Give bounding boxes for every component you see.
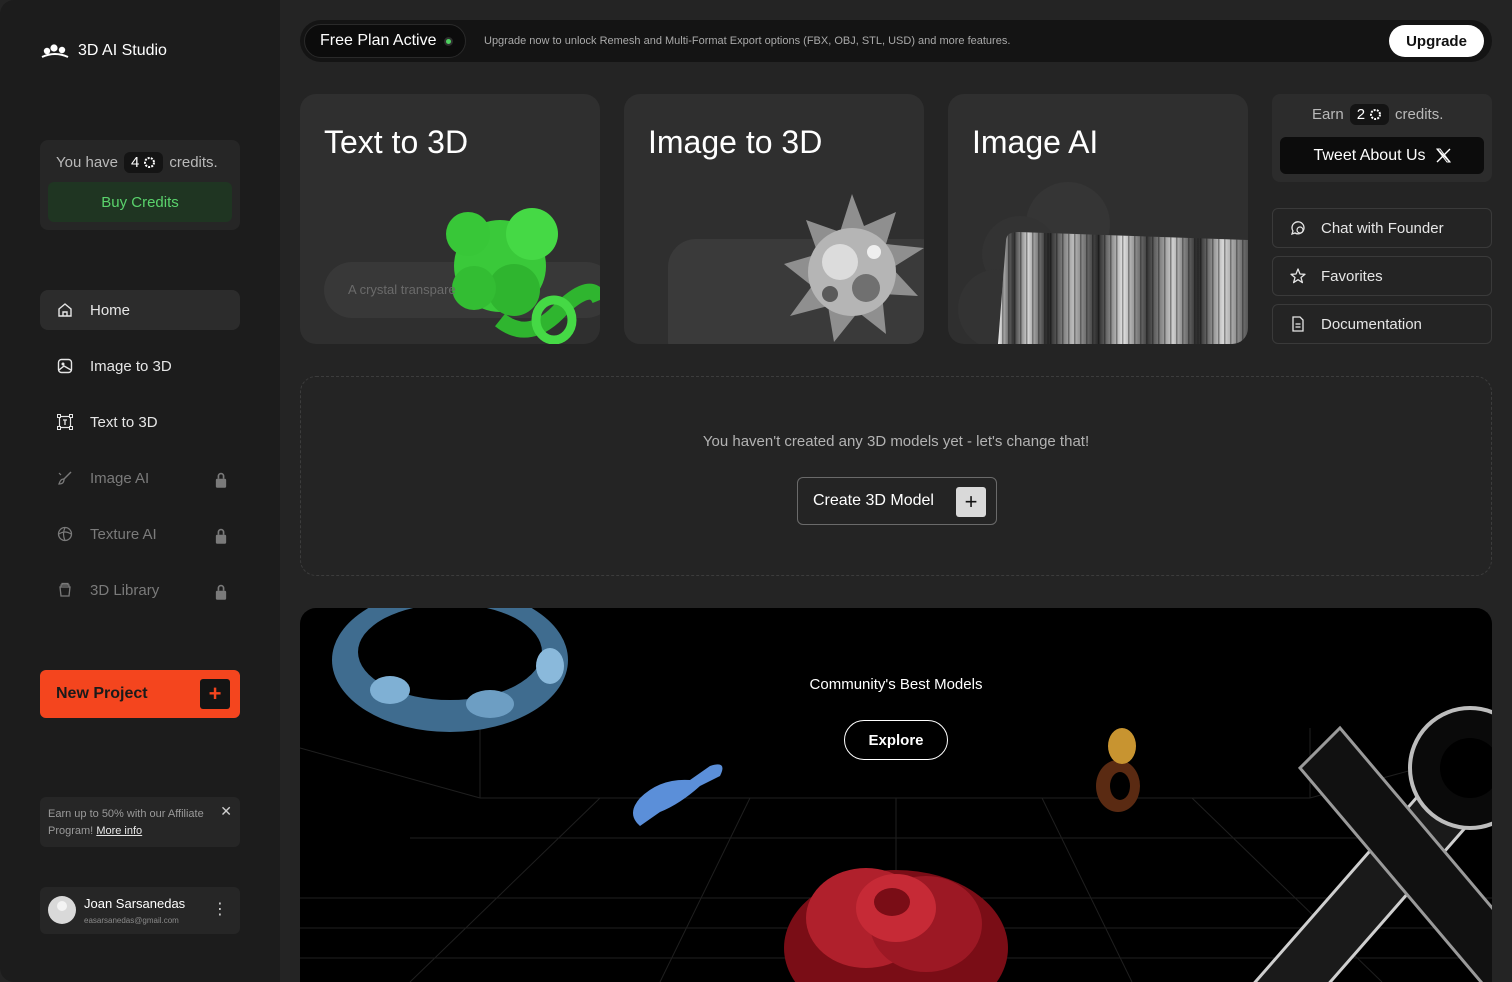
new-project-button[interactable]: New Project + — [40, 670, 240, 718]
create-3d-model-button[interactable]: Create 3D Model + — [797, 477, 997, 525]
credits-suffix: credits. — [169, 154, 218, 171]
status-dot-icon — [444, 37, 453, 46]
lock-icon — [215, 472, 227, 488]
empty-state-panel: You haven't created any 3D models yet - … — [300, 376, 1492, 576]
link-label: Documentation — [1321, 315, 1422, 333]
credits-prefix: You have — [56, 154, 119, 171]
chat-icon — [1290, 221, 1305, 236]
earn-suffix: credits. — [1395, 106, 1444, 123]
home-icon — [58, 303, 72, 317]
avatar — [48, 896, 76, 924]
x-logo-icon — [1435, 148, 1451, 163]
sidebar-item-label: Texture AI — [90, 525, 157, 543]
sidebar-item-label: 3D Library — [90, 581, 160, 599]
credits-amount: 4 — [131, 154, 140, 171]
tweet-about-us-button[interactable]: Tweet About Us — [1280, 137, 1484, 174]
link-label: Favorites — [1321, 267, 1383, 285]
earn-credits-box: Earn 2 credits. Tweet About Us — [1272, 94, 1492, 182]
upgrade-button[interactable]: Upgrade — [1389, 25, 1484, 57]
chat-with-founder-link[interactable]: Chat with Founder — [1272, 208, 1492, 248]
earn-amount-badge: 2 — [1349, 104, 1390, 125]
buy-credits-button[interactable]: Buy Credits — [48, 182, 232, 222]
card-title: Image AI — [972, 124, 1099, 160]
sidebar-item-label: Home — [90, 301, 131, 319]
credits-box: You have 4 credits. Buy Credits — [40, 140, 240, 230]
sidebar-item-label: Image to 3D — [90, 357, 172, 375]
sidebar-item-text-to-3d[interactable]: Text to 3D — [40, 402, 240, 442]
sidebar-nav: Home Image to 3D Text to 3D Image AI Tex… — [40, 290, 240, 626]
image-ai-card[interactable]: Image AI — [948, 94, 1248, 344]
empty-state-message: You haven't created any 3D models yet - … — [702, 433, 1090, 450]
image-3d-icon — [57, 358, 73, 374]
sidebar-item-label: Text to 3D — [90, 413, 158, 431]
earn-amount: 2 — [1356, 106, 1366, 123]
plan-banner: Free Plan Active Upgrade now to unlock R… — [300, 20, 1492, 62]
lock-icon — [215, 528, 227, 544]
new-project-label: New Project — [56, 685, 148, 702]
user-card[interactable]: Joan Sarsanedas easarsanedas@gmail.com ⋮ — [40, 887, 240, 934]
sidebar-item-label: Image AI — [90, 469, 150, 487]
tweet-label: Tweet About Us — [1313, 146, 1426, 164]
globe-icon — [57, 526, 73, 542]
earn-prefix: Earn — [1312, 106, 1344, 123]
app-logo[interactable]: 3D AI Studio — [40, 42, 167, 60]
more-options-icon[interactable]: ⋮ — [212, 899, 228, 919]
brush-icon — [58, 471, 72, 485]
community-showcase: Community's Best Models Explore — [300, 608, 1492, 982]
plus-icon: + — [956, 487, 986, 517]
affiliate-more-info-link[interactable]: More info — [96, 825, 142, 837]
documentation-link[interactable]: Documentation — [1272, 304, 1492, 344]
create-3d-model-label: Create 3D Model — [813, 492, 934, 509]
document-icon — [1292, 316, 1304, 332]
favorites-link[interactable]: Favorites — [1272, 256, 1492, 296]
close-icon[interactable]: ✕ — [220, 803, 232, 820]
plan-status-badge: Free Plan Active — [304, 24, 466, 58]
prompt-preview: A crystal transpare — [348, 282, 456, 297]
sidebar-item-home[interactable]: Home — [40, 290, 240, 330]
credit-coin-icon — [144, 157, 156, 168]
credit-coin-icon — [1370, 109, 1382, 120]
library-icon — [59, 582, 71, 597]
credits-amount-badge: 4 — [124, 152, 164, 173]
sidebar-item-3d-library[interactable]: 3D Library — [40, 570, 240, 610]
text-to-3d-card[interactable]: Text to 3D A crystal transpare — [300, 94, 600, 344]
card-title: Image to 3D — [648, 124, 823, 160]
lock-icon — [215, 584, 227, 600]
plus-icon: + — [200, 679, 230, 709]
user-name: Joan Sarsanedas — [84, 896, 186, 911]
image-to-3d-card[interactable]: Image to 3D — [624, 94, 924, 344]
upgrade-message: Upgrade now to unlock Remesh and Multi-F… — [484, 35, 1011, 47]
explore-button[interactable]: Explore — [844, 720, 948, 760]
sidebar-item-image-to-3d[interactable]: Image to 3D — [40, 346, 240, 386]
text-3d-icon — [57, 414, 73, 430]
card-title: Text to 3D — [324, 124, 469, 160]
sidebar-item-texture-ai[interactable]: Texture AI — [40, 514, 240, 554]
logo-icon — [41, 44, 69, 58]
community-title: Community's Best Models — [809, 676, 983, 693]
affiliate-banner: Earn up to 50% with our Affiliate Progra… — [40, 797, 240, 847]
link-label: Chat with Founder — [1321, 219, 1444, 237]
app-title: 3D AI Studio — [78, 42, 167, 59]
sidebar: 3D AI Studio You have 4 credits. Buy Cre… — [0, 0, 280, 982]
user-email: easarsanedas@gmail.com — [84, 916, 179, 925]
plan-status-label: Free Plan Active — [320, 32, 437, 49]
community-3d-scene — [300, 608, 1492, 982]
sidebar-item-image-ai[interactable]: Image AI — [40, 458, 240, 498]
star-icon — [1290, 268, 1306, 284]
